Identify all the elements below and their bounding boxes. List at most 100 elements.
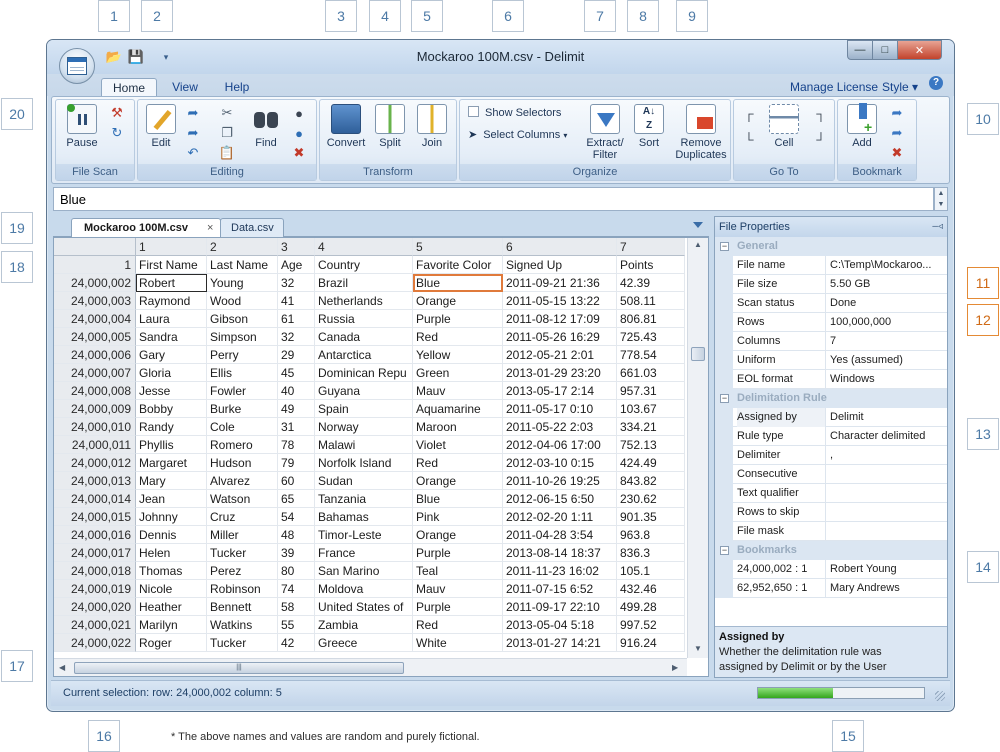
row-number[interactable]: 24,000,006 — [54, 346, 136, 364]
table-cell[interactable]: 2011-05-26 16:29 — [503, 328, 617, 346]
cell-value-input[interactable] — [54, 188, 933, 210]
table-cell[interactable]: 499.28 — [617, 598, 685, 616]
scroll-right-icon[interactable]: ▶ — [672, 663, 678, 672]
table-cell[interactable]: 55 — [278, 616, 315, 634]
header-cell[interactable]: Favorite Color — [413, 256, 503, 274]
table-cell[interactable]: Fowler — [207, 382, 278, 400]
scan-tools-icon[interactable]: ⚒ — [108, 104, 126, 122]
table-cell[interactable]: 74 — [278, 580, 315, 598]
row-number[interactable]: 24,000,009 — [54, 400, 136, 418]
table-cell[interactable]: 778.54 — [617, 346, 685, 364]
collapse-icon[interactable]: − — [720, 394, 729, 403]
table-cell[interactable]: 997.52 — [617, 616, 685, 634]
table-cell[interactable]: 806.81 — [617, 310, 685, 328]
row-number[interactable]: 24,000,010 — [54, 418, 136, 436]
table-cell[interactable]: Watson — [207, 490, 278, 508]
table-cell[interactable]: 49 — [278, 400, 315, 418]
table-cell[interactable]: 957.31 — [617, 382, 685, 400]
table-cell[interactable]: Yellow — [413, 346, 503, 364]
row-number[interactable]: 24,000,004 — [54, 310, 136, 328]
property-value[interactable]: C:\Temp\Mockaroo... — [825, 256, 947, 275]
scroll-left-icon[interactable]: ◀ — [59, 663, 65, 672]
table-cell[interactable]: 40 — [278, 382, 315, 400]
table-cell[interactable]: Moldova — [315, 580, 413, 598]
edit-button[interactable]: Edit — [142, 104, 180, 149]
row-number[interactable]: 24,000,005 — [54, 328, 136, 346]
table-cell[interactable]: 901.35 — [617, 508, 685, 526]
table-cell[interactable]: Purple — [413, 598, 503, 616]
table-cell[interactable]: White — [413, 634, 503, 652]
row-number[interactable]: 24,000,008 — [54, 382, 136, 400]
table-cell[interactable]: Burke — [207, 400, 278, 418]
help-icon[interactable]: ? — [929, 76, 943, 90]
join-button[interactable]: Join — [414, 104, 450, 149]
table-cell[interactable]: Dennis — [136, 526, 207, 544]
table-cell[interactable]: Gloria — [136, 364, 207, 382]
property-row[interactable]: Rows to skip — [715, 503, 947, 522]
table-cell[interactable]: 2011-10-26 19:25 — [503, 472, 617, 490]
extract-filter-button[interactable]: Extract/ Filter — [582, 104, 628, 161]
col-number[interactable]: 1 — [136, 238, 207, 256]
table-cell[interactable]: Violet — [413, 436, 503, 454]
table-cell[interactable]: Laura — [136, 310, 207, 328]
row-number[interactable]: 24,000,022 — [54, 634, 136, 652]
header-cell[interactable]: Last Name — [207, 256, 278, 274]
show-selectors-checkbox[interactable]: Show Selectors — [468, 106, 561, 119]
table-cell[interactable]: Blue — [413, 490, 503, 508]
property-value[interactable]: , — [825, 446, 947, 465]
table-cell[interactable]: Dominican Repu — [315, 364, 413, 382]
property-row[interactable]: Text qualifier — [715, 484, 947, 503]
table-cell[interactable]: 41 — [278, 292, 315, 310]
property-value[interactable] — [825, 503, 947, 522]
table-cell[interactable]: 105.1 — [617, 562, 685, 580]
minimize-button[interactable]: — — [847, 40, 873, 60]
bookmark-remove-icon[interactable]: ✖ — [888, 144, 906, 162]
copy-icon[interactable]: ❐ — [218, 124, 236, 142]
property-row[interactable]: File mask — [715, 522, 947, 541]
table-cell[interactable]: 2012-05-21 2:01 — [503, 346, 617, 364]
add-bookmark-button[interactable]: + Add — [844, 103, 880, 149]
move-right-icon[interactable]: ➦ — [184, 104, 202, 122]
move-left-icon[interactable]: ➦ — [184, 124, 202, 142]
property-value[interactable] — [825, 484, 947, 503]
application-menu-button[interactable] — [59, 48, 95, 84]
collapse-icon[interactable]: − — [720, 546, 729, 555]
table-cell[interactable]: Norway — [315, 418, 413, 436]
property-row[interactable]: Columns 7 — [715, 332, 947, 351]
table-cell[interactable]: 2013-05-17 2:14 — [503, 382, 617, 400]
property-value[interactable]: 7 — [825, 332, 947, 351]
row-number[interactable]: 24,000,016 — [54, 526, 136, 544]
table-cell[interactable]: Perez — [207, 562, 278, 580]
table-cell[interactable]: Guyana — [315, 382, 413, 400]
table-cell[interactable]: Purple — [413, 310, 503, 328]
property-value[interactable]: Windows — [825, 370, 947, 389]
property-row[interactable]: Scan status Done — [715, 294, 947, 313]
row-number[interactable]: 24,000,007 — [54, 364, 136, 382]
table-cell[interactable]: Roger — [136, 634, 207, 652]
table-cell[interactable]: Phyllis — [136, 436, 207, 454]
property-row[interactable]: Assigned by Delimit — [715, 408, 947, 427]
doc-tab-data[interactable]: Data.csv — [220, 218, 284, 237]
table-cell[interactable]: Sandra — [136, 328, 207, 346]
table-cell[interactable]: Nicole — [136, 580, 207, 598]
convert-button[interactable]: Convert — [324, 104, 368, 149]
table-cell[interactable]: 32 — [278, 328, 315, 346]
undo-icon[interactable]: ↶ — [184, 144, 202, 162]
split-button[interactable]: Split — [372, 104, 408, 149]
table-cell[interactable]: 2011-05-17 0:10 — [503, 400, 617, 418]
table-cell[interactable]: 2011-05-15 13:22 — [503, 292, 617, 310]
table-cell[interactable]: Johnny — [136, 508, 207, 526]
property-row[interactable]: Delimiter, — [715, 446, 947, 465]
table-cell[interactable]: 843.82 — [617, 472, 685, 490]
row-number[interactable]: 24,000,019 — [54, 580, 136, 598]
table-cell[interactable]: Netherlands — [315, 292, 413, 310]
horizontal-scroll-thumb[interactable]: ||| — [74, 662, 404, 674]
property-value[interactable] — [825, 465, 947, 484]
property-value[interactable]: Done — [825, 294, 947, 313]
header-cell[interactable]: Country — [315, 256, 413, 274]
col-number[interactable]: 5 — [413, 238, 503, 256]
bookmark-prev-icon[interactable]: ➦ — [888, 124, 906, 142]
table-cell[interactable]: Orange — [413, 472, 503, 490]
table-cell[interactable]: Thomas — [136, 562, 207, 580]
table-cell[interactable]: Bahamas — [315, 508, 413, 526]
